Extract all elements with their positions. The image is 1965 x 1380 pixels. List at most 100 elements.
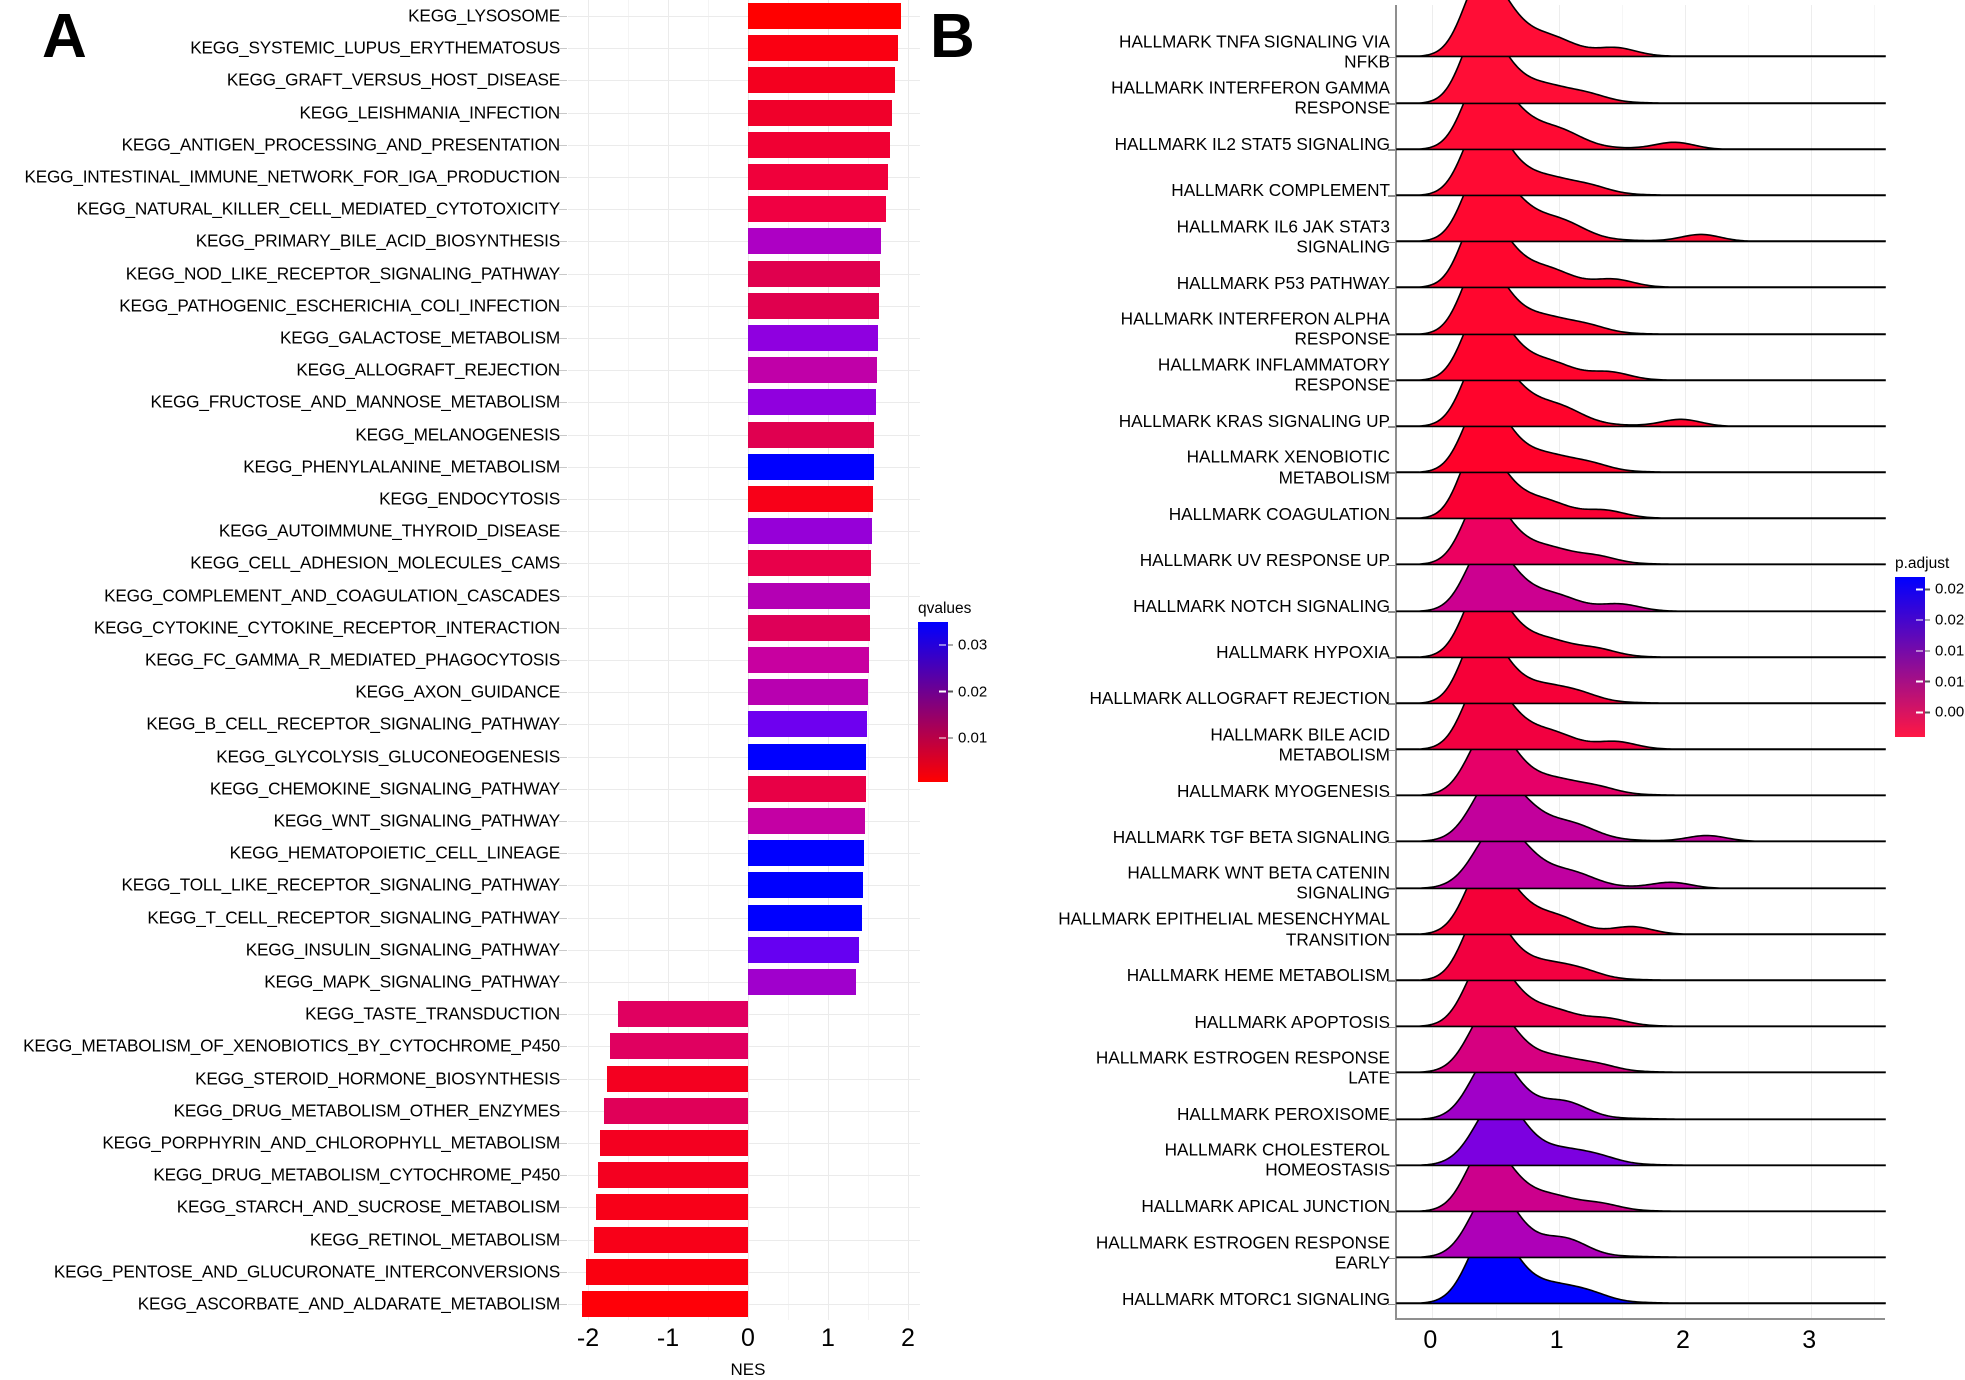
axis-tick [1388,564,1396,567]
panel-a-axis-title: NES [730,1360,766,1379]
panel-b-category-label-line: HALLMARK INTERFERON ALPHA [1120,308,1390,329]
panel-b-category-label-line: HALLMARK XENOBIOTIC [1186,447,1390,468]
panel-b-category-label: HALLMARK MYOGENESIS [1177,781,1390,801]
panel-b-category-label: HALLMARK INTERFERON ALPHA RESPONSE [1121,309,1390,350]
panel-a-category-label: KEGG_T_CELL_RECEPTOR_SIGNALING_PATHWAY [147,907,560,928]
panel-a-category-label: KEGG_ALLOGRAFT_REJECTION [296,359,560,380]
axis-tick [1388,333,1396,336]
legend-tick-mark [1925,680,1930,683]
panel-a-axis-tick-label: 0 [741,1324,755,1352]
panel-b-category-label-line: HALLMARK ESTROGEN RESPONSE [1095,1232,1390,1253]
axis-tick [559,692,567,694]
axis-tick [559,144,567,146]
axis-tick [559,1110,567,1112]
panel-b-category-label-line: HALLMARK WNT BETA CATENIN [1127,862,1390,883]
axis-tick [559,370,567,372]
axis-tick [559,595,567,597]
legend-tick-mark [1925,619,1930,621]
bar [582,1290,748,1317]
panel-a-category-label: KEGG_LYSOSOME [408,5,560,26]
legend-tick-mark [1916,680,1923,683]
panel-b-category-label: HALLMARK INFLAMMATORY RESPONSE [1158,355,1390,396]
bar [610,1033,748,1060]
axis-tick [1388,657,1396,659]
panel-a-category-label: KEGG_TASTE_TRANSDUCTION [305,1003,560,1024]
axis-tick [559,1142,567,1144]
panel-b-axis-tick-label: 0 [1423,1326,1438,1354]
panel-b-category-label: HALLMARK IL6 JAK STAT3 SIGNALING [1177,216,1390,257]
axis-tick [559,660,567,661]
panel-b-category-label-line: EARLY [1334,1252,1390,1273]
panel-b-category-label-line: HALLMARK COAGULATION [1168,503,1390,524]
axis-tick [559,48,567,50]
axis-tick [559,820,567,822]
panel-a-category-label: KEGG_MAPK_SIGNALING_PATHWAY [264,971,560,992]
panel-a-category-label: KEGG_ASCORBATE_AND_ALDARATE_METABOLISM [137,1293,560,1314]
panel-b-category-label-line: HALLMARK APICAL JUNCTION [1141,1196,1390,1217]
panel-b-axis-tick-label: 3 [1802,1326,1817,1354]
panel-a-category-label: KEGG_COMPLEMENT_AND_COAGULATION_CASCADES [104,585,560,606]
axis-tick [559,949,567,951]
panel-b-category-label-line: HALLMARK EPITHELIAL MESENCHYMAL [1058,908,1390,929]
axis-tick [559,241,567,243]
panel-a-category-label: KEGG_METABOLISM_OF_XENOBIOTICS_BY_CYTOCH… [23,1035,560,1056]
panel-a-category-label: KEGG_LEISHMANIA_INFECTION [299,102,560,123]
axis-tick [1388,841,1396,844]
legend-tick-label: 0.025 [1935,580,1965,598]
panel-a-category-label: KEGG_AXON_GUIDANCE [355,681,560,702]
panel-b-category-label-line: HALLMARK CHOLESTEROL [1164,1139,1390,1160]
axis-tick [1388,1165,1396,1167]
panel-a-category-label: KEGG_GRAFT_VERSUS_HOST_DISEASE [226,69,560,90]
panel-a-category-label: KEGG_STEROID_HORMONE_BIOSYNTHESIS [195,1068,560,1089]
panel-b-category-label-line: HALLMARK ESTROGEN RESPONSE [1095,1047,1390,1068]
panel-b-axis-tick-label: 2 [1675,1326,1690,1354]
panel-b-category-label-line: LATE [1348,1067,1390,1088]
bar [600,1129,748,1156]
panel-a-category-label: KEGG_CHEMOKINE_SIGNALING_PATHWAY [209,778,560,799]
panel-a-axis-tick-label: -2 [576,1324,600,1352]
panel-b-hallmark-ridgeplot: B HALLMARK TNFA SIGNALING VIA NFKB HALLMAR… [930,0,1965,1380]
panel-a-category-label: KEGG_DRUG_METABOLISM_CYTOCHROME_P450 [153,1164,560,1185]
legend-tick-label: 0.005 [1935,703,1965,721]
panel-b-category-label: HALLMARK IL2 STAT5 SIGNALING [1115,134,1390,154]
panel-b-category-label-line: HALLMARK UV RESPONSE UP [1139,549,1390,570]
panel-b-category-label-line: HALLMARK APOPTOSIS [1194,1011,1391,1032]
axis-tick [559,177,567,179]
axis-tick [559,1271,567,1273]
bar [597,1162,748,1189]
axis-tick [559,434,567,436]
panel-a-category-label: KEGG_INTESTINAL_IMMUNE_NETWORK_FOR_IGA_P… [24,166,560,187]
panel-b-category-label: HALLMARK HEME METABOLISM [1127,965,1390,985]
panel-a-category-label: KEGG_NOD_LIKE_RECEPTOR_SIGNALING_PATHWAY [125,263,560,284]
axis-tick [559,1207,567,1209]
panel-a-category-label: KEGG_FRUCTOSE_AND_MANNOSE_METABOLISM [150,391,560,412]
panel-b-category-label: HALLMARK BILE ACID METABOLISM [1210,724,1390,765]
panel-b-category-label: HALLMARK ALLOGRAFT REJECTION [1089,688,1390,708]
legend-tick-mark [1916,650,1923,652]
legend-tick-label: 0.010 [1935,673,1965,691]
panel-b-category-label-line: HALLMARK MTORC1 SIGNALING [1121,1288,1390,1309]
panel-a-category-label: KEGG_MELANOGENESIS [355,424,560,445]
panel-b-category-label-line: SIGNALING [1296,883,1390,904]
axis-tick [559,80,567,82]
axis-tick [559,338,567,340]
panel-b-category-label-line: RESPONSE [1294,375,1390,396]
axis-tick [559,402,567,404]
panel-b-category-label-line: HALLMARK TNFA SIGNALING VIA [1119,31,1390,52]
panel-a-category-label: KEGG_ANTIGEN_PROCESSING_AND_PRESENTATION [121,134,561,155]
panel-a-category-label: KEGG_SYSTEMIC_LUPUS_ERYTHEMATOSUS [190,37,560,58]
axis-tick [1388,56,1396,59]
axis-tick [1388,103,1396,105]
panel-a-x-axis: NES -2 -1 0 1 2 [568,1320,920,1380]
axis-tick [1388,980,1396,983]
panel-b-category-label-line: RESPONSE [1294,328,1390,349]
panel-a-category-label: KEGG_GLYCOLYSIS_GLUCONEOGENESIS [216,746,560,767]
panel-b-category-label-line: HALLMARK HYPOXIA [1216,642,1390,663]
panel-b-category-labels: HALLMARK TNFA SIGNALING VIA NFKB HALLMARK … [830,0,1390,1320]
axis-tick [1388,888,1396,890]
panel-a-category-labels: KEGG_LYSOSOME KEGG_SYSTEMIC_LUPUS_ERYTHEM… [0,0,560,1320]
legend-tick: 0.020 [1916,612,1965,629]
panel-b-category-label: HALLMARK COAGULATION [1169,503,1390,523]
panel-a-category-label: KEGG_RETINOL_METABOLISM [309,1229,560,1249]
legend-tick-mark [1925,588,1930,591]
